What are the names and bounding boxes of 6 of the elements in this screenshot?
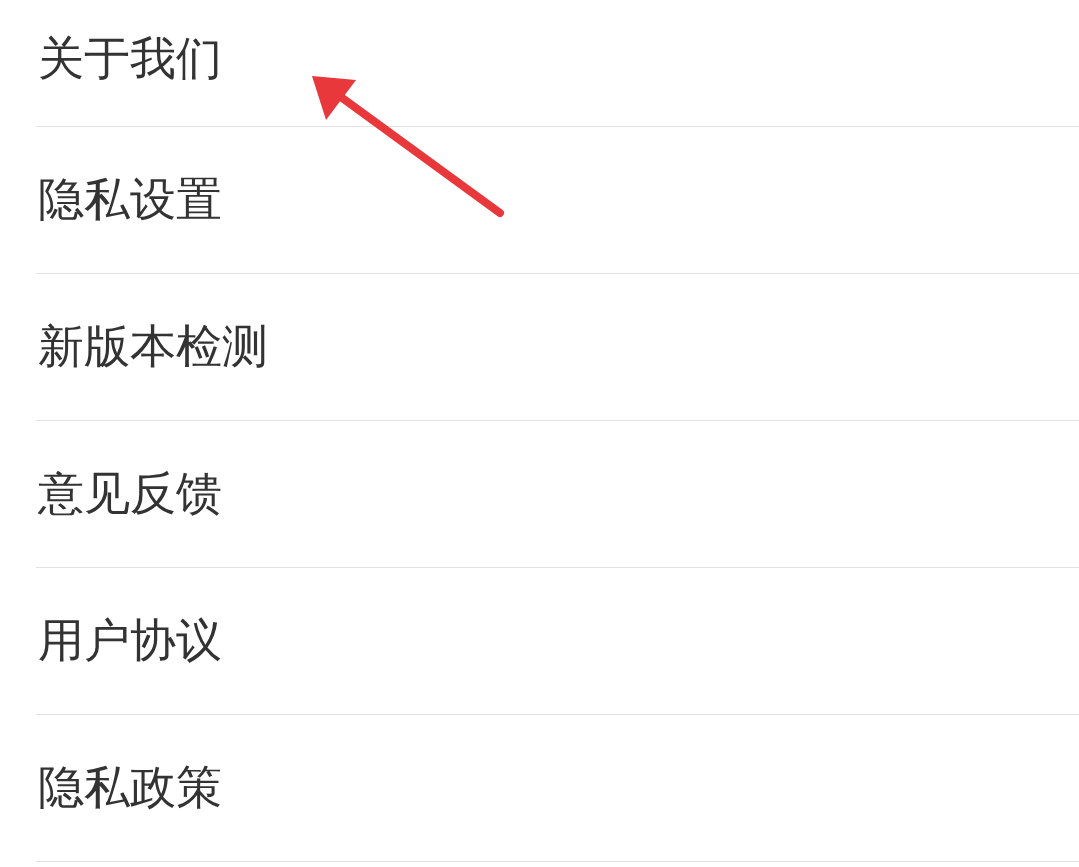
menu-item[interactable]: 关于我们 [36, 28, 222, 90]
menu-item[interactable]: 隐私设置 [36, 169, 222, 231]
menu-item[interactable]: 新版本检测 [36, 316, 268, 378]
menu-item[interactable]: 隐私政策 [36, 757, 222, 819]
menu-item[interactable]: 意见反馈 [36, 463, 222, 525]
menu-item[interactable]: 用户协议 [36, 610, 222, 672]
